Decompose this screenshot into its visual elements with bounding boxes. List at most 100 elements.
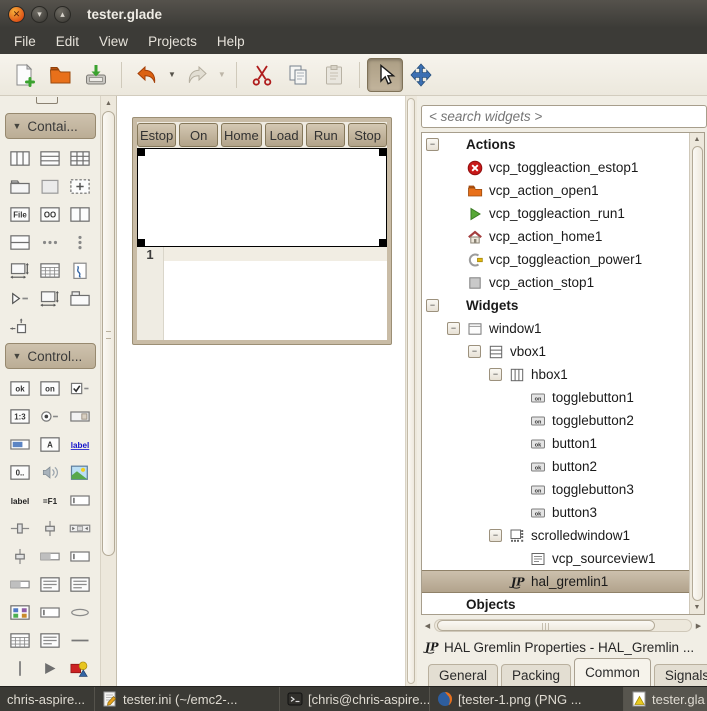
tree-expander-icon[interactable]: − [489, 529, 502, 542]
taskbar-item-5[interactable]: tester.gla... [624, 687, 707, 711]
palette-widget-linkbutton[interactable]: label [69, 436, 91, 453]
palette-widget-togglebutton[interactable]: .f{x:1.5px;y:1.5px;width:15px;height:11p… [39, 380, 61, 397]
search-input[interactable] [421, 105, 707, 128]
hscroll-thumb[interactable]: ||| [437, 620, 655, 631]
palette-widget-statusbar[interactable]: .f{x:1.5px;y:1.5px;width:15px;height:11p… [39, 604, 61, 621]
palette-widget-expander[interactable]: .f{x:1.5px;y:1.5px;width:15px;height:11p… [9, 290, 31, 307]
tree-row-togglebutton3[interactable]: ontogglebutton3 [422, 478, 689, 501]
designed-hal-gremlin[interactable] [137, 148, 387, 247]
tree-row-vcp-action-stop1[interactable]: vcp_action_stop1 [422, 271, 689, 294]
designed-button-stop[interactable]: Stop [348, 123, 387, 147]
selection-handle[interactable] [379, 239, 387, 247]
palette-section-controls[interactable]: ▼Control... [5, 343, 96, 369]
tree-expander-icon[interactable]: − [426, 138, 439, 151]
scroll-left-icon[interactable]: ◀ [421, 622, 434, 630]
palette-widget-filechooserbutton[interactable]: .f{x:1.5px;y:1.5px;width:15px;height:11p… [9, 206, 31, 223]
tree-scrollbar[interactable]: ▲ ▼ [689, 133, 704, 614]
tree-row-hbox1[interactable]: −hbox1 [422, 363, 689, 386]
paste-button[interactable] [316, 58, 352, 92]
palette-widget-entry[interactable]: .f{x:1.5px;y:1.5px;width:15px;height:11p… [9, 436, 31, 453]
tree-expander-icon[interactable]: − [426, 299, 439, 312]
scroll-right-icon[interactable]: ▶ [692, 622, 705, 630]
palette-widget-notebook[interactable]: .f{x:1.5px;y:1.5px;width:15px;height:11p… [69, 290, 91, 307]
selection-handle[interactable] [137, 148, 145, 156]
palette-widget-progressbar[interactable]: .f{x:1.5px;y:1.5px;width:15px;height:11p… [39, 548, 61, 565]
tree-row-vcp-action-home1[interactable]: vcp_action_home1 [422, 225, 689, 248]
tree-row-button1[interactable]: okbutton1 [422, 432, 689, 455]
palette-widget-scrolledwindow[interactable]: .f{x:1.5px;y:1.5px;width:15px;height:11p… [39, 290, 61, 307]
menu-item-help[interactable]: Help [207, 31, 255, 52]
palette-widget-table[interactable]: .f{x:1.5px;y:1.5px;width:15px;height:11p… [69, 150, 91, 167]
palette-widget-layout[interactable]: .f{x:1.5px;y:1.5px;width:15px;height:11p… [9, 262, 31, 279]
maximize-button[interactable]: ▴ [54, 6, 71, 23]
designed-button-home[interactable]: Home [221, 123, 262, 147]
select-button[interactable] [367, 58, 403, 92]
designed-button-on[interactable]: On [179, 123, 218, 147]
palette-widget-combobox[interactable]: .f{x:1.5px;y:1.5px;width:15px;height:11p… [69, 408, 91, 425]
open-button[interactable] [42, 58, 78, 92]
palette-widget-checkbutton[interactable]: .f{x:1.5px;y:1.5px;width:15px;height:11p… [69, 380, 91, 397]
palette-section-containers[interactable]: ▼Contai... [5, 113, 96, 139]
palette-widget-hscale[interactable]: .f{x:1.5px;y:1.5px;width:15px;height:11p… [9, 520, 31, 537]
palette-scrollbar[interactable]: ▲ [100, 96, 117, 686]
palette-widget-entry2[interactable]: .f{x:1.5px;y:1.5px;width:15px;height:11p… [69, 492, 91, 509]
hscroll-track[interactable]: ||| [434, 619, 692, 632]
palette-widget-label[interactable]: label [9, 492, 31, 509]
palette-widget-textview[interactable]: .f{x:1.5px;y:1.5px;width:15px;height:11p… [39, 576, 61, 593]
drag-resize-button[interactable] [403, 58, 439, 92]
taskbar-item-3[interactable]: [chris@chris-aspire... [280, 687, 430, 711]
designed-button-load[interactable]: Load [265, 123, 304, 147]
menu-item-edit[interactable]: Edit [46, 31, 89, 52]
palette-widget-calendar[interactable]: .f{x:1.5px;y:1.5px;width:15px;height:11p… [9, 632, 31, 649]
palette-widget-volumebutton[interactable]: .f{x:1.5px;y:1.5px;width:15px;height:11p… [39, 464, 61, 481]
tree-row-vcp-toggleaction-run1[interactable]: vcp_toggleaction_run1 [422, 202, 689, 225]
tree-row-vcp-sourceview1[interactable]: vcp_sourceview1 [422, 547, 689, 570]
designed-button-run[interactable]: Run [306, 123, 345, 147]
menu-item-file[interactable]: File [4, 31, 46, 52]
palette-widget-treeview[interactable]: .f{x:1.5px;y:1.5px;width:15px;height:11p… [39, 632, 61, 649]
undo-dropdown-arrow[interactable]: ▼ [168, 70, 176, 79]
selection-handle[interactable] [137, 239, 145, 247]
cut-button[interactable] [244, 58, 280, 92]
palette-widget-spinbutton[interactable]: .f{x:1.5px;y:1.5px;width:15px;height:11p… [9, 408, 31, 425]
palette-widget-iconview[interactable]: .f{x:1.5px;y:1.5px;width:15px;height:11p… [9, 604, 31, 621]
palette-widget-hseparator-oval[interactable]: .f{x:1.5px;y:1.5px;width:15px;height:11p… [69, 604, 91, 621]
palette-widget-drawingarea[interactable]: .f{x:1.5px;y:1.5px;width:15px;height:11p… [69, 660, 91, 677]
palette-widget-radiobutton[interactable]: .f{x:1.5px;y:1.5px;width:15px;height:11p… [39, 408, 61, 425]
palette-widget-vseparator[interactable]: .f{x:1.5px;y:1.5px;width:15px;height:11p… [9, 660, 31, 677]
tree-row-vbox1[interactable]: −vbox1 [422, 340, 689, 363]
tree-row-togglebutton1[interactable]: ontogglebutton1 [422, 386, 689, 409]
palette-widget-accellabel[interactable]: =F1 [39, 492, 61, 509]
palette-widget-entry3[interactable]: .f{x:1.5px;y:1.5px;width:15px;height:11p… [69, 548, 91, 565]
palette-widget-table-dense[interactable]: .f{x:1.5px;y:1.5px;width:15px;height:11p… [39, 262, 61, 279]
tree-row-vcp-action-open1[interactable]: vcp_action_open1 [422, 179, 689, 202]
menu-item-view[interactable]: View [89, 31, 138, 52]
tree-row-vcp-toggleaction-power1[interactable]: vcp_toggleaction_power1 [422, 248, 689, 271]
palette-widget-hbuttonbox[interactable]: .f{x:1.5px;y:1.5px;width:15px;height:11p… [39, 234, 61, 251]
palette-widget-arrow[interactable]: .f{x:1.5px;y:1.5px;width:15px;height:11p… [39, 660, 61, 677]
tree-row-button3[interactable]: okbutton3 [422, 501, 689, 524]
scroll-down-icon[interactable]: ▼ [694, 603, 701, 612]
palette-widget-hbox[interactable]: .f{x:1.5px;y:1.5px;width:15px;height:11p… [9, 150, 31, 167]
tab-packing[interactable]: Packing [501, 664, 571, 686]
redo-dropdown-arrow[interactable]: ▼ [218, 70, 226, 79]
palette-widget-vscrollbar[interactable]: .f{x:1.5px;y:1.5px;width:15px;height:11p… [9, 548, 31, 565]
tree-scrollbar-thumb[interactable] [692, 146, 703, 601]
source-text-area[interactable] [164, 247, 387, 340]
palette-widget-vbox[interactable]: .f{x:1.5px;y:1.5px;width:15px;height:11p… [39, 150, 61, 167]
copy-button[interactable] [280, 58, 316, 92]
tree-expander-icon[interactable]: − [447, 322, 460, 335]
save-button[interactable] [78, 58, 114, 92]
palette-widget-fontbutton[interactable]: .f{x:1.5px;y:1.5px;width:15px;height:11p… [39, 436, 61, 453]
canvas-scrollbar[interactable] [405, 96, 417, 686]
scroll-up-icon[interactable]: ▲ [105, 99, 112, 108]
tree-row-vcp-toggleaction-estop1[interactable]: vcp_toggleaction_estop1 [422, 156, 689, 179]
tab-common[interactable]: Common [574, 658, 651, 686]
taskbar-item-1[interactable]: chris-aspire... [0, 687, 95, 711]
palette-widget-alignment[interactable]: .f{x:1.5px;y:1.5px;width:15px;height:11p… [39, 178, 61, 195]
designed-window[interactable]: EstopOnHomeLoadRunStop 1 [132, 117, 392, 345]
taskbar-item-4[interactable]: [tester-1.png (PNG ... [430, 687, 624, 711]
palette-widget-button[interactable]: .f{x:1.5px;y:1.5px;width:15px;height:11p… [9, 380, 31, 397]
tree-row-objects[interactable]: Objects [422, 593, 689, 614]
tree-row-scrolledwindow1[interactable]: −scrolledwindow1 [422, 524, 689, 547]
